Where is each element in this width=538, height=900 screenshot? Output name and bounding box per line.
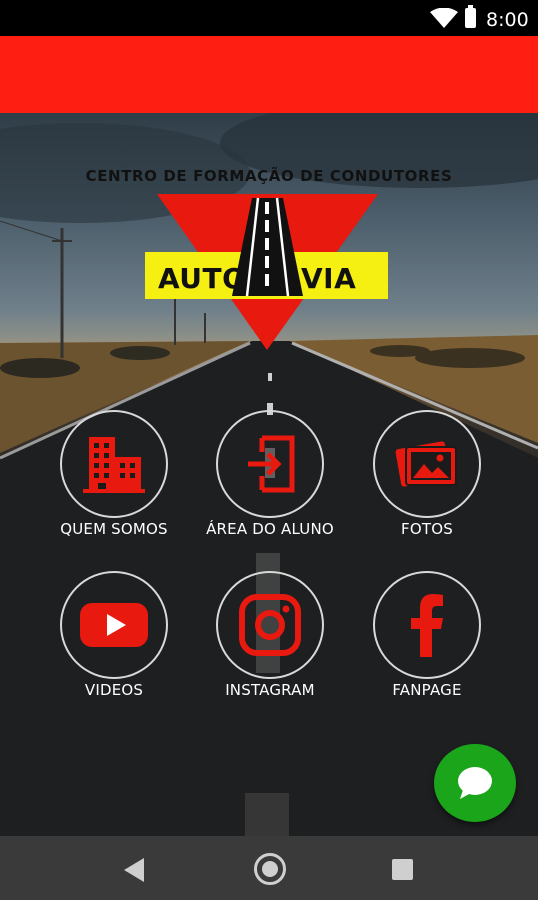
fotos-button[interactable] [373, 410, 481, 518]
buildings-icon [83, 437, 145, 493]
instagram-button[interactable] [216, 571, 324, 679]
wifi-icon [430, 8, 458, 28]
chat-icon [458, 767, 492, 799]
videos-label: VIDEOS [84, 681, 144, 699]
area-do-aluno-button[interactable] [216, 410, 324, 518]
videos-button[interactable] [60, 571, 168, 679]
facebook-icon [411, 594, 443, 657]
home-icon[interactable] [254, 853, 286, 885]
navigation-bar [0, 836, 538, 900]
area-do-aluno-label: ÁREA DO ALUNO [206, 520, 334, 538]
quem-somos-label: QUEM SOMOS [60, 520, 168, 538]
photos-icon [395, 441, 457, 487]
battery-icon [465, 5, 476, 28]
recents-icon[interactable] [392, 859, 413, 880]
fanpage-label: FANPAGE [392, 681, 462, 699]
status-time: 8:00 [486, 9, 529, 31]
logo-word-auto: AUTO [158, 262, 247, 295]
chat-button[interactable] [434, 744, 516, 822]
brand-tagline: CENTRO DE FORMAÇÃO DE CONDUTORES [85, 167, 453, 185]
instagram-icon [239, 594, 301, 656]
status-bar: 8:00 [0, 0, 538, 36]
fotos-label: FOTOS [401, 520, 453, 538]
app-bar [0, 36, 538, 113]
quem-somos-button[interactable] [60, 410, 168, 518]
instagram-label: INSTAGRAM [225, 681, 315, 699]
fanpage-button[interactable] [373, 571, 481, 679]
back-icon[interactable] [124, 858, 146, 882]
logo-word-via: VIA [301, 262, 357, 295]
youtube-icon [80, 603, 148, 647]
login-icon [248, 435, 295, 493]
